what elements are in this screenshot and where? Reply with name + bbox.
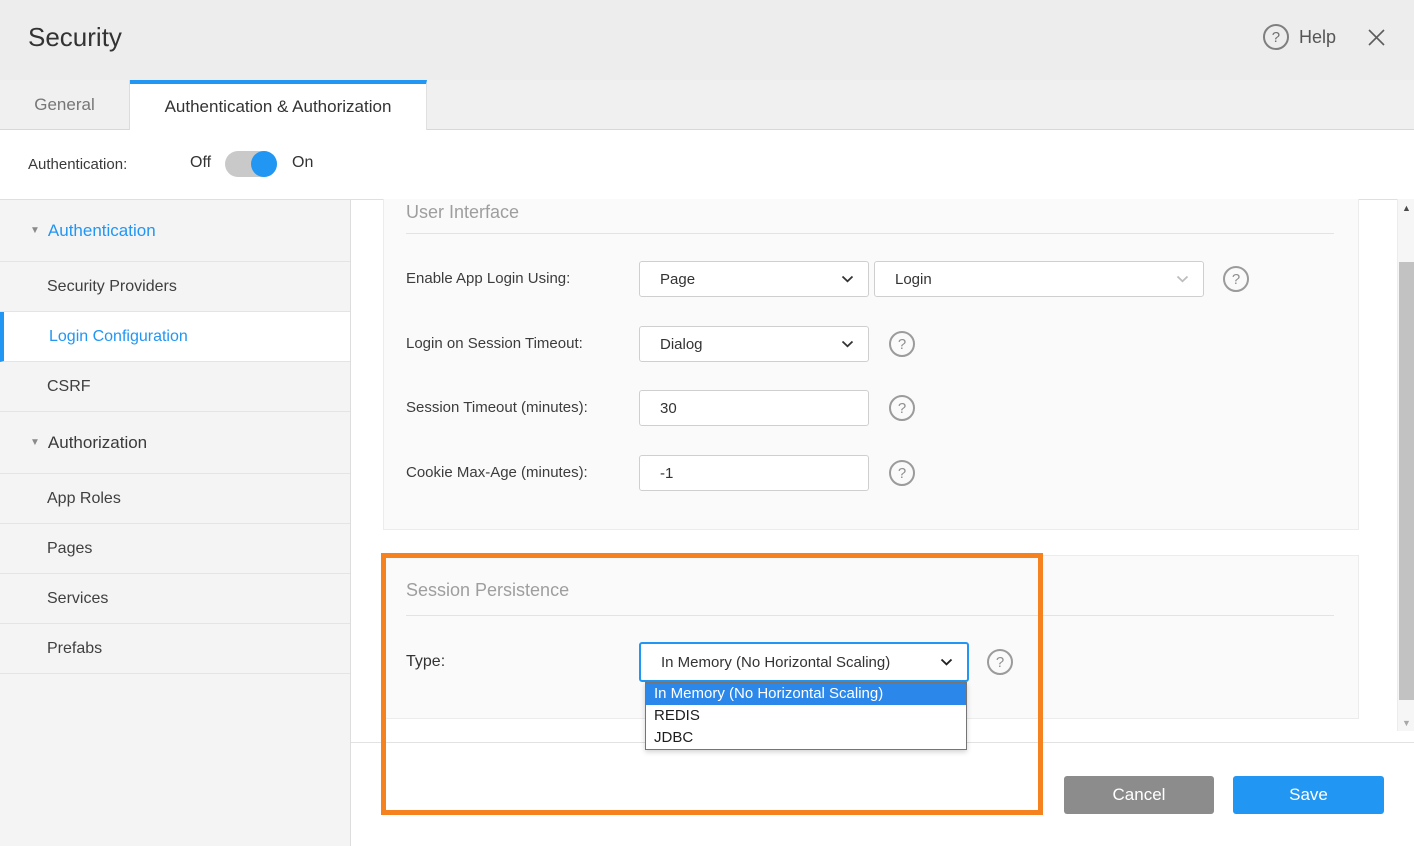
section-heading: User Interface — [406, 202, 519, 223]
help-icon[interactable]: ? — [1223, 266, 1249, 292]
sidebar-item-pages[interactable]: Pages — [0, 524, 350, 574]
scrollbar-thumb[interactable] — [1399, 262, 1414, 700]
help-icon[interactable]: ? — [889, 460, 915, 486]
triangle-down-icon: ▼ — [30, 437, 40, 448]
tab-bar: General Authentication & Authorization — [0, 80, 1414, 130]
sidebar-item-services[interactable]: Services — [0, 574, 350, 624]
sidebar-item-login-configuration[interactable]: Login Configuration — [0, 312, 350, 362]
dropdown-option-in-memory[interactable]: In Memory (No Horizontal Scaling) — [646, 683, 966, 705]
form-row-session-timeout: Session Timeout (minutes): ? — [406, 390, 1336, 426]
section-divider — [406, 615, 1334, 616]
sidebar-item-app-roles[interactable]: App Roles — [0, 474, 350, 524]
close-icon[interactable] — [1364, 25, 1388, 49]
cookie-max-age-input[interactable] — [639, 455, 869, 491]
help-icon[interactable]: ? — [889, 395, 915, 421]
security-dialog: Security ? Help General Authentication &… — [0, 0, 1414, 846]
toggle-off-label: Off — [190, 154, 211, 172]
field-label: Type: — [406, 653, 445, 670]
tab-general[interactable]: General — [0, 80, 130, 130]
sidebar-group-label: Authorization — [48, 433, 147, 453]
chevron-down-icon — [940, 658, 953, 666]
form-row-login-on-timeout: Login on Session Timeout: Dialog ? — [406, 326, 1336, 362]
section-heading: Session Persistence — [406, 580, 569, 601]
field-label: Enable App Login Using: — [406, 261, 570, 297]
dropdown-option-jdbc[interactable]: JDBC — [646, 727, 966, 749]
authentication-toggle-row: Authentication: Off On — [0, 130, 1414, 200]
scroll-up-arrow-icon[interactable]: ▲ — [1398, 199, 1414, 216]
authentication-toggle[interactable] — [225, 151, 277, 177]
select-value: Dialog — [660, 336, 703, 353]
toggle-on-label: On — [292, 154, 313, 172]
chevron-down-icon — [1176, 275, 1189, 283]
field-label: Login on Session Timeout: — [406, 326, 583, 362]
field-label: Cookie Max-Age (minutes): — [406, 455, 588, 491]
sidebar-item-csrf[interactable]: CSRF — [0, 362, 350, 412]
sidebar-group-label: Authentication — [48, 221, 156, 241]
sidebar-group-authentication[interactable]: ▼ Authentication — [0, 200, 350, 262]
scroll-down-arrow-icon[interactable]: ▼ — [1398, 714, 1414, 731]
type-select-dropdown-list: In Memory (No Horizontal Scaling) REDIS … — [645, 682, 967, 750]
form-row-cookie-max-age: Cookie Max-Age (minutes): ? — [406, 455, 1336, 491]
field-label: Session Timeout (minutes): — [406, 390, 588, 426]
session-timeout-input[interactable] — [639, 390, 869, 426]
chevron-down-icon — [841, 340, 854, 348]
cancel-button[interactable]: Cancel — [1064, 776, 1214, 814]
form-row-enable-app-login: Enable App Login Using: Page Login ? — [406, 261, 1336, 297]
help-label[interactable]: Help — [1299, 27, 1336, 48]
vertical-scrollbar[interactable]: ▲ ▼ — [1397, 199, 1414, 731]
dropdown-option-redis[interactable]: REDIS — [646, 705, 966, 727]
select-value: In Memory (No Horizontal Scaling) — [661, 654, 890, 671]
help-icon[interactable]: ? — [987, 649, 1013, 675]
sidebar-item-security-providers[interactable]: Security Providers — [0, 262, 350, 312]
dialog-header: Security ? Help — [0, 0, 1414, 80]
form-row-type: Type: In Memory (No Horizontal Scaling) … — [406, 642, 1336, 682]
login-on-session-timeout-select[interactable]: Dialog — [639, 326, 869, 362]
help-icon[interactable]: ? — [889, 331, 915, 357]
help-icon[interactable]: ? — [1263, 24, 1289, 50]
enable-app-login-select[interactable]: Page — [639, 261, 869, 297]
toggle-knob — [251, 151, 277, 177]
chevron-down-icon — [841, 275, 854, 283]
settings-sidebar: ▼ Authentication Security Providers Logi… — [0, 200, 351, 846]
sidebar-item-prefabs[interactable]: Prefabs — [0, 624, 350, 674]
tab-authentication-authorization[interactable]: Authentication & Authorization — [130, 80, 427, 130]
sidebar-group-authorization[interactable]: ▼ Authorization — [0, 412, 350, 474]
select-value: Page — [660, 271, 695, 288]
save-button[interactable]: Save — [1233, 776, 1384, 814]
page-title: Security — [28, 22, 122, 53]
session-persistence-type-select[interactable]: In Memory (No Horizontal Scaling) — [639, 642, 969, 682]
triangle-down-icon: ▼ — [30, 225, 40, 236]
select-value: Login — [895, 271, 932, 288]
login-page-select[interactable]: Login — [874, 261, 1204, 297]
section-divider — [406, 233, 1334, 234]
authentication-label: Authentication: — [28, 156, 127, 173]
header-actions: ? Help — [1263, 24, 1388, 50]
user-interface-section: User Interface Enable App Login Using: P… — [383, 199, 1359, 530]
